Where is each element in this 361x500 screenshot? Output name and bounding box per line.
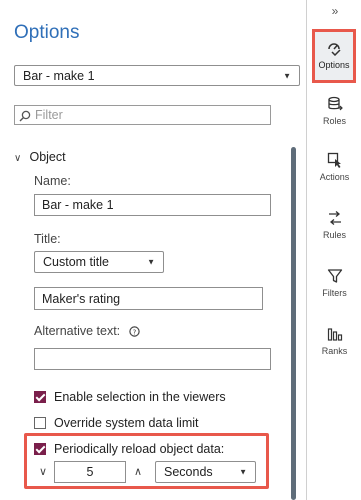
filter-input[interactable]: [35, 107, 263, 123]
alternative-text-label-text: Alternative text:: [34, 324, 121, 338]
override-limit-label: Override system data limit: [54, 416, 199, 430]
section-object-label: Object: [29, 150, 66, 164]
chevron-down-icon: ▼: [239, 467, 247, 477]
alternative-text-field[interactable]: [34, 348, 271, 370]
reload-interval-input[interactable]: 5: [54, 461, 126, 483]
right-rail: » Options Roles Actions Rules Filters Ra…: [306, 0, 361, 500]
rail-item-roles[interactable]: Roles: [307, 96, 361, 126]
rail-item-actions[interactable]: Actions: [307, 152, 361, 182]
increment-icon[interactable]: ∧: [134, 465, 142, 478]
title-mode-value: Custom title: [43, 255, 109, 269]
rail-item-label: Rules: [322, 230, 346, 240]
title-field-value: Maker's rating: [42, 291, 121, 306]
rail-item-filters[interactable]: Filters: [307, 268, 361, 298]
object-selector[interactable]: Bar - make 1 ▼: [14, 65, 300, 86]
enable-selection-label: Enable selection in the viewers: [54, 390, 226, 404]
rail-item-label: Options: [318, 60, 350, 70]
rail-item-rules[interactable]: Rules: [307, 210, 361, 240]
title-label: Title:: [34, 232, 61, 246]
svg-text:?: ?: [132, 328, 136, 336]
reload-checkbox[interactable]: [34, 443, 46, 455]
title-mode-select[interactable]: Custom title ▼: [34, 251, 164, 273]
options-icon: [326, 40, 342, 57]
roles-icon: [327, 96, 343, 112]
title-field[interactable]: Maker's rating: [34, 287, 263, 310]
options-panel: Options Bar - make 1 ▼ ∨ Object Name: Ba…: [0, 0, 306, 500]
collapse-icon[interactable]: »: [307, 4, 361, 18]
section-object-toggle[interactable]: ∨ Object: [14, 150, 66, 164]
chevron-down-icon: ▼: [283, 71, 291, 80]
reload-unit-select[interactable]: Seconds ▼: [155, 461, 256, 483]
scrollbar[interactable]: [291, 147, 296, 500]
chevron-down-icon: ▼: [147, 257, 155, 267]
reload-unit-value: Seconds: [164, 465, 213, 479]
override-limit-row[interactable]: Override system data limit: [34, 416, 198, 430]
filter-box[interactable]: [14, 105, 271, 125]
ranks-icon: [327, 326, 343, 342]
actions-icon: [327, 152, 343, 168]
rail-item-options[interactable]: Options: [312, 29, 356, 83]
reload-label: Periodically reload object data:: [54, 442, 225, 456]
help-icon[interactable]: ?: [128, 326, 140, 340]
name-field-value: Bar - make 1: [42, 198, 114, 212]
search-icon: [19, 109, 31, 127]
enable-selection-row[interactable]: Enable selection in the viewers: [34, 390, 226, 404]
override-limit-checkbox[interactable]: [34, 417, 46, 429]
chevron-down-icon: ∨: [14, 153, 22, 164]
rules-icon: [327, 210, 343, 226]
filter-icon: [327, 268, 343, 284]
enable-selection-checkbox[interactable]: [34, 391, 46, 403]
reload-row[interactable]: Periodically reload object data:: [34, 442, 224, 456]
rail-item-label: Roles: [322, 116, 346, 126]
decrement-icon[interactable]: ∨: [39, 465, 47, 478]
rail-item-label: Filters: [322, 288, 347, 298]
alternative-text-label: Alternative text: ?: [34, 324, 140, 340]
rail-item-ranks[interactable]: Ranks: [307, 326, 361, 356]
rail-item-label: Ranks: [321, 346, 348, 356]
rail-item-label: Actions: [319, 172, 350, 182]
name-label: Name:: [34, 174, 71, 188]
object-selector-value: Bar - make 1: [23, 68, 95, 83]
name-field[interactable]: Bar - make 1: [34, 194, 271, 216]
page-title: Options: [14, 22, 80, 43]
